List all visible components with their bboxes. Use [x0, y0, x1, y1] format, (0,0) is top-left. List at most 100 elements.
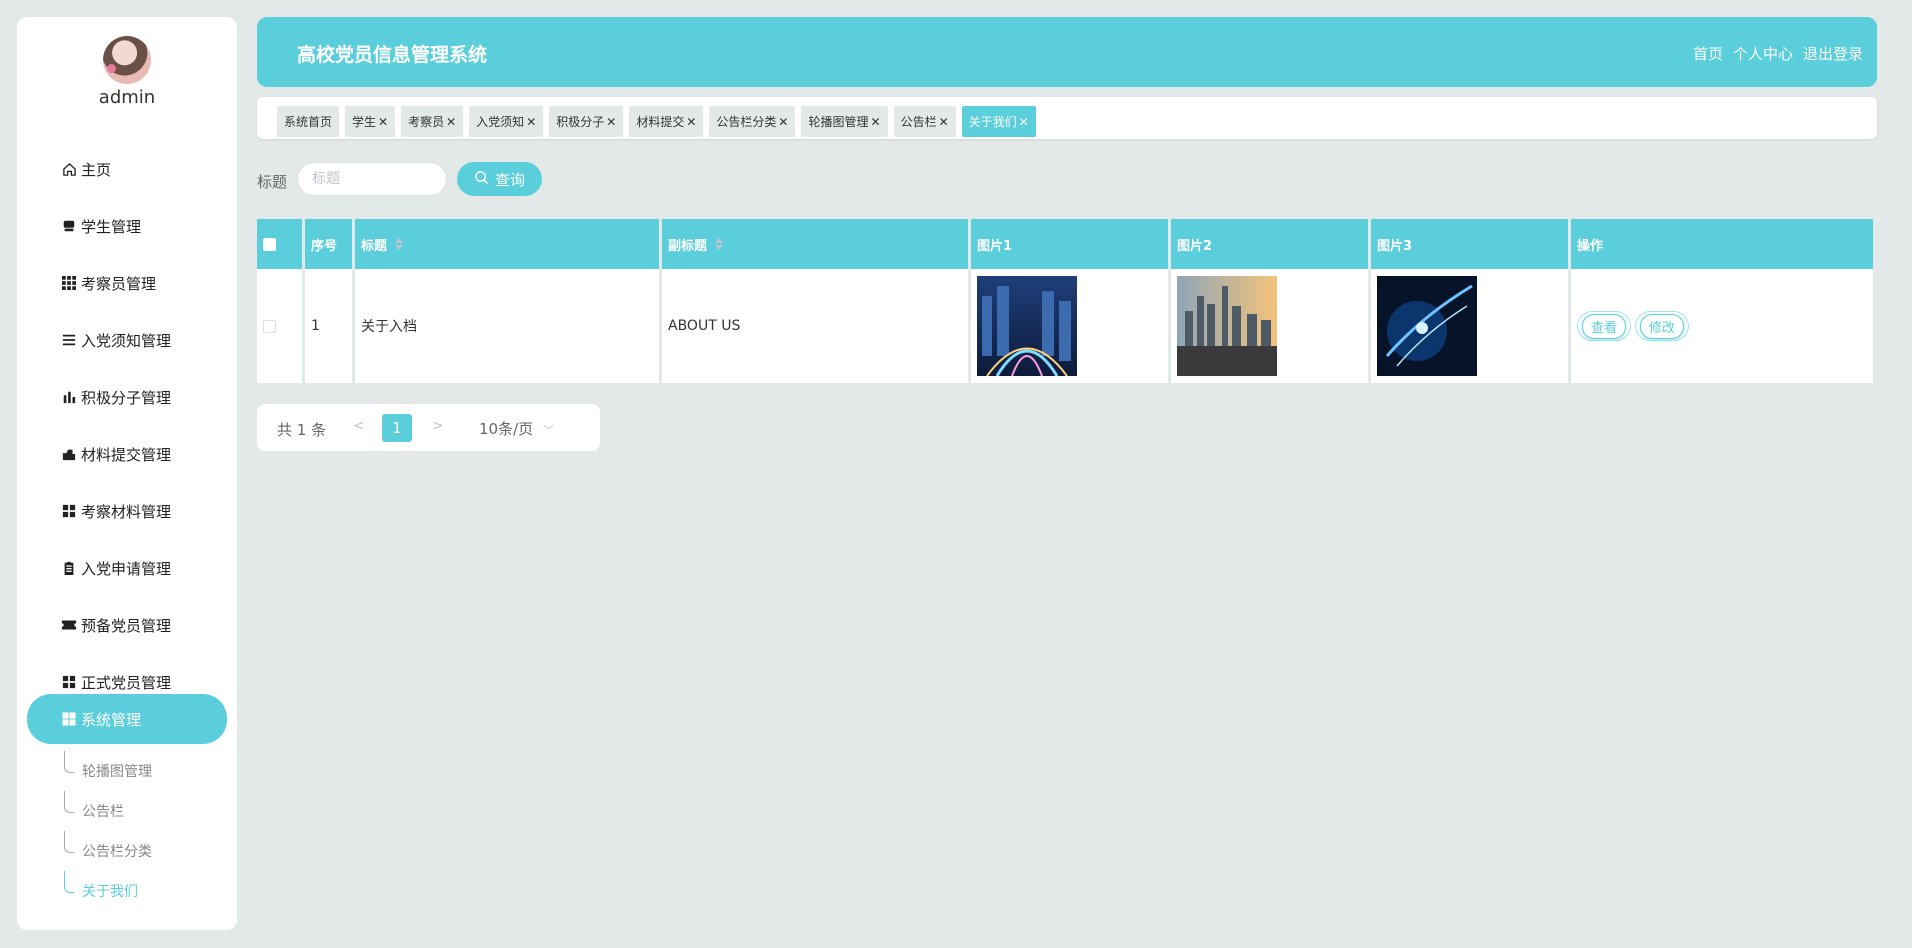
close-icon[interactable]: ✕ — [606, 115, 616, 129]
close-icon[interactable]: ✕ — [446, 115, 456, 129]
sidebar-item-students[interactable]: 学生管理 — [27, 201, 227, 251]
tree-connector — [64, 831, 74, 853]
sidebar-item-label: 学生管理 — [81, 217, 142, 236]
submit-icon — [61, 446, 77, 462]
col-header-label: 副标题 — [668, 238, 708, 254]
col-header-label: 图片1 — [977, 238, 1013, 254]
home-link[interactable]: 首页 — [1693, 43, 1723, 64]
close-icon[interactable]: ✕ — [686, 115, 696, 129]
cell-image1 — [971, 269, 1168, 383]
col-header-image3: 图片3 — [1371, 219, 1568, 269]
sidebar-item-label: 主页 — [81, 160, 112, 179]
select-all-cell — [257, 219, 302, 269]
col-header-subtitle[interactable]: 副标题 — [662, 219, 968, 269]
close-icon[interactable]: ✕ — [871, 115, 881, 129]
tab-label: 公告栏 — [900, 115, 937, 129]
tree-connector — [64, 871, 74, 893]
sidebar-item-inspectors[interactable]: 考察员管理 — [27, 258, 227, 308]
bar-chart-icon — [61, 389, 77, 405]
sidebar-item-label: 考察员管理 — [81, 274, 157, 293]
sidebar-item-inspection-materials[interactable]: 考察材料管理 — [27, 486, 227, 536]
tab-home[interactable]: 系统首页 — [277, 106, 340, 137]
edit-button-label: 修改 — [1640, 313, 1685, 339]
close-icon[interactable]: ✕ — [939, 115, 949, 129]
close-icon[interactable]: ✕ — [378, 115, 388, 129]
sidebar-item-label: 正式党员管理 — [81, 673, 172, 692]
apps-icon — [61, 674, 77, 690]
sidebar-item-notice[interactable]: 入党须知管理 — [27, 315, 227, 365]
cell-actions: 查看 修改 — [1571, 269, 1873, 383]
tab-inspectors[interactable]: 考察员 ✕ — [401, 106, 464, 137]
sidebar-item-home[interactable]: 主页 — [27, 144, 227, 194]
sidebar-item-label: 系统管理 — [81, 710, 142, 729]
profile-link[interactable]: 个人中心 — [1733, 43, 1793, 64]
apps-icon — [61, 503, 77, 519]
sidebar-item-activists[interactable]: 积极分子管理 — [27, 372, 227, 422]
sub-item-carousel[interactable]: 轮播图管理 — [82, 761, 152, 781]
grid-icon — [61, 275, 77, 291]
tab-label: 积极分子 — [556, 115, 605, 129]
close-icon[interactable]: ✕ — [1019, 115, 1029, 129]
col-header-label: 操作 — [1577, 238, 1604, 254]
sidebar-item-probationary[interactable]: 预备党员管理 — [27, 600, 227, 650]
tab-label: 轮播图管理 — [808, 115, 869, 129]
sidebar-item-submissions[interactable]: 材料提交管理 — [27, 429, 227, 479]
sub-item-bulletin[interactable]: 公告栏 — [82, 801, 124, 821]
row-select-cell — [257, 269, 302, 383]
search-button[interactable]: 查询 — [457, 162, 542, 196]
cell-image3 — [1371, 269, 1568, 383]
select-all-checkbox[interactable] — [263, 237, 276, 251]
search-icon — [474, 170, 489, 189]
tree-connector — [64, 791, 74, 813]
tab-label: 关于我们 — [968, 115, 1017, 129]
sidebar-item-system[interactable]: 系统管理 — [27, 694, 227, 744]
table-header: 序号 标题 副标题 图片1 图片2 图片3 操作 — [257, 219, 1873, 269]
search-button-label: 查询 — [494, 170, 525, 189]
col-header-title[interactable]: 标题 — [355, 219, 659, 269]
close-icon[interactable]: ✕ — [526, 115, 536, 129]
page-size-select[interactable]: 10条/页 ﹀ — [479, 418, 554, 439]
sidebar-item-label: 考察材料管理 — [81, 502, 172, 521]
header-links: 首页 个人中心 退出登录 — [1693, 43, 1863, 64]
close-icon[interactable]: ✕ — [778, 115, 788, 129]
sidebar-item-label: 入党申请管理 — [81, 559, 172, 578]
sub-item-about-us[interactable]: 关于我们 — [82, 881, 138, 901]
tab-label: 学生 — [352, 115, 377, 129]
view-button[interactable]: 查看 — [1577, 311, 1632, 341]
table-row: 1 关于入档 ABOUT US 查看 修改 — [257, 269, 1873, 383]
tab-activists[interactable]: 积极分子 ✕ — [549, 106, 624, 137]
page-1-button[interactable]: 1 — [382, 414, 412, 442]
sub-item-bulletin-category[interactable]: 公告栏分类 — [82, 841, 152, 861]
sidebar: admin 主页 学生管理 考察员管理 入党须知管理 积极分子管理 材料提交管理… — [17, 17, 237, 930]
avatar[interactable] — [103, 36, 151, 84]
sort-icon[interactable] — [715, 238, 724, 250]
sidebar-item-label: 预备党员管理 — [81, 616, 172, 635]
tab-bar: 系统首页 学生 ✕ 考察员 ✕ 入党须知 ✕ 积极分子 ✕ 材料提交 ✕ 公告栏分类 ✕ 轮… — [257, 97, 1877, 139]
tab-submissions[interactable]: 材料提交 ✕ — [629, 106, 704, 137]
edit-button[interactable]: 修改 — [1635, 311, 1690, 341]
tab-about-us[interactable]: 关于我们 ✕ — [961, 106, 1036, 137]
blue-light-image[interactable] — [1377, 276, 1477, 376]
apps-icon — [61, 711, 77, 727]
city-lights-image[interactable] — [977, 276, 1077, 376]
skyline-image[interactable] — [1177, 276, 1277, 376]
student-icon — [61, 218, 77, 234]
tab-carousel[interactable]: 轮播图管理 ✕ — [801, 106, 888, 137]
total-count: 共 1 条 — [277, 421, 327, 439]
sort-icon[interactable] — [395, 238, 404, 250]
tab-label: 材料提交 — [636, 115, 685, 129]
tab-label: 考察员 — [408, 115, 445, 129]
row-checkbox[interactable] — [263, 319, 276, 333]
tab-students[interactable]: 学生 ✕ — [345, 106, 396, 137]
search-input[interactable] — [297, 162, 447, 196]
tab-notice[interactable]: 入党须知 ✕ — [469, 106, 544, 137]
tab-bulletin[interactable]: 公告栏 ✕ — [893, 106, 956, 137]
logout-link[interactable]: 退出登录 — [1803, 43, 1863, 64]
col-header-label: 序号 — [311, 238, 338, 254]
clipboard-icon — [61, 560, 77, 576]
sidebar-item-applications[interactable]: 入党申请管理 — [27, 543, 227, 593]
tab-bulletin-category[interactable]: 公告栏分类 ✕ — [709, 106, 796, 137]
cell-title: 关于入档 — [355, 269, 659, 383]
prev-page-button[interactable]: < — [353, 418, 365, 434]
next-page-button[interactable]: > — [432, 418, 444, 434]
